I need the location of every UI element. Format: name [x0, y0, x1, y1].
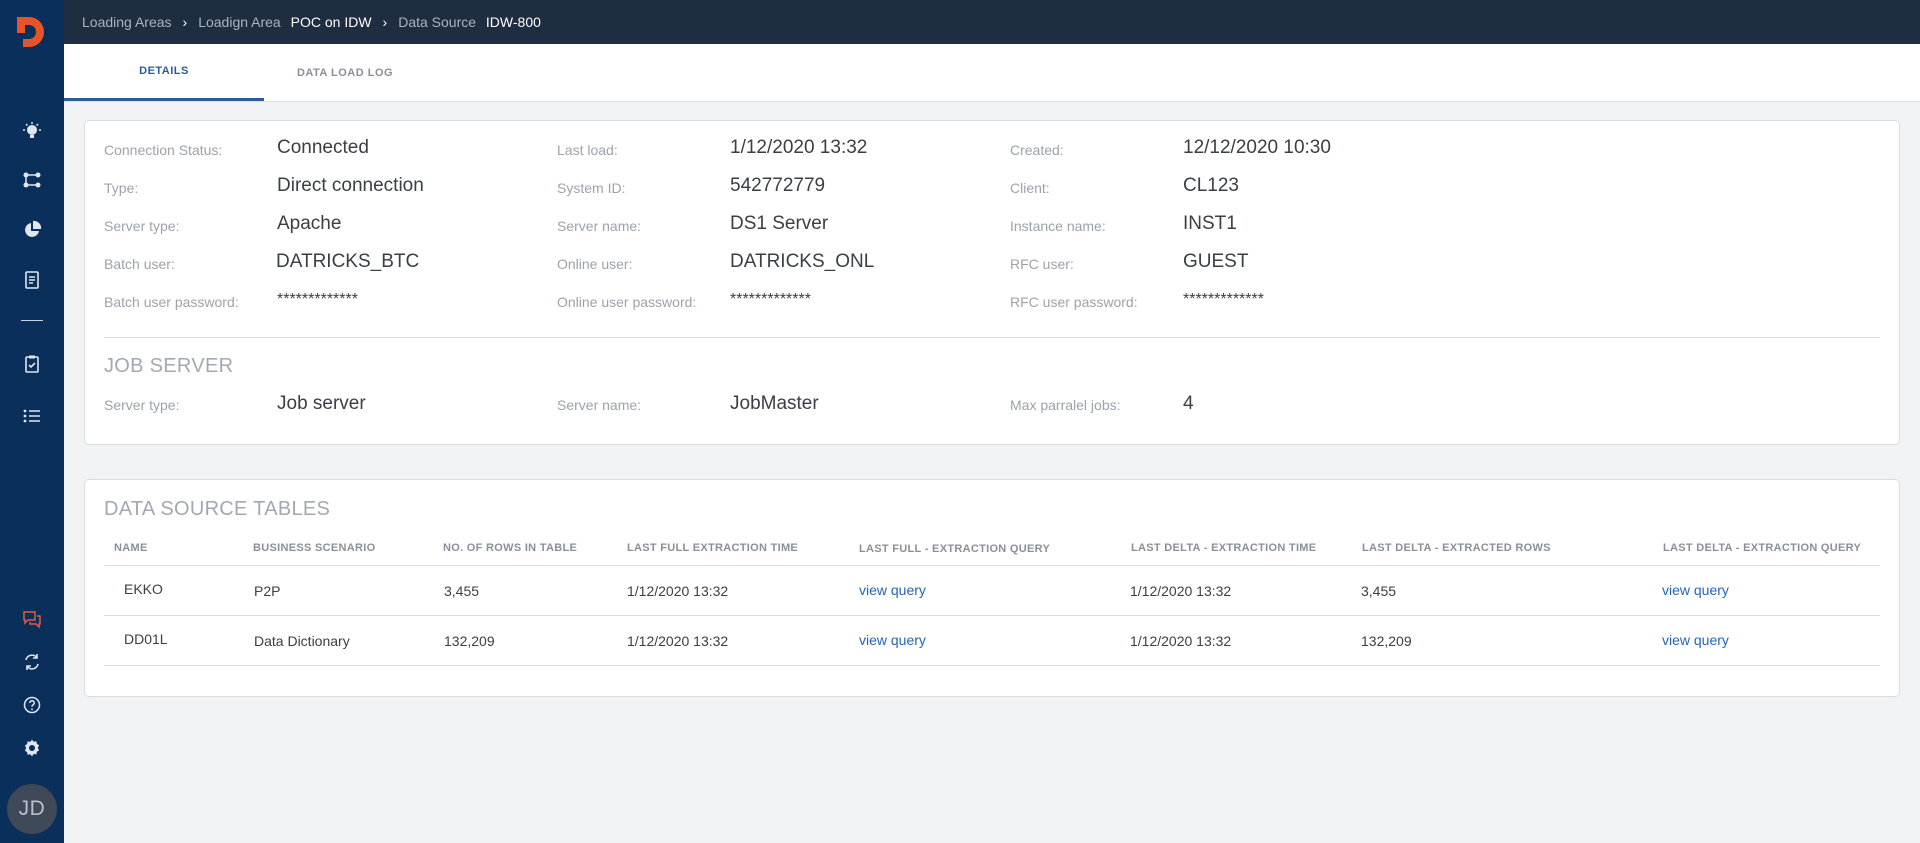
- field-label: Batch user:: [104, 256, 175, 272]
- field-label: Last load:: [557, 142, 618, 158]
- online-user-password-value: *************: [730, 291, 811, 308]
- table-row[interactable]: DD01L Data Dictionary 132,209 1/12/2020 …: [104, 615, 1880, 666]
- data-source-tables-title: DATA SOURCE TABLES: [104, 498, 331, 520]
- cell-delta-time: 1/12/2020 13:32: [1130, 633, 1232, 649]
- field-label: Batch user password:: [104, 294, 239, 310]
- instance-name-value: INST1: [1183, 213, 1237, 234]
- field-label: Server name:: [557, 218, 642, 234]
- column-header-last-delta-time[interactable]: LAST DELTA - EXTRACTION TIME: [1131, 542, 1316, 554]
- chevron-right-icon: ›: [382, 14, 388, 30]
- breadcrumb-loading-area[interactable]: Loadign Area POC on IDW: [198, 14, 371, 30]
- user-avatar[interactable]: JD: [7, 784, 57, 834]
- server-name-value: DS1 Server: [730, 213, 829, 234]
- list-icon[interactable]: [16, 400, 48, 432]
- field-label: System ID:: [557, 180, 626, 196]
- view-query-link[interactable]: view query: [859, 632, 926, 648]
- breadcrumb: Loading Areas › Loadign Area POC on IDW …: [64, 0, 1920, 44]
- cell-rows: 132,209: [444, 633, 495, 649]
- online-user-value: DATRICKS_ONL: [730, 251, 875, 272]
- lightbulb-icon[interactable]: [16, 115, 48, 147]
- column-header-last-full-time[interactable]: LAST FULL EXTRACTION TIME: [627, 542, 798, 554]
- breadcrumb-loading-areas[interactable]: Loading Areas: [82, 14, 172, 30]
- refresh-icon[interactable]: [16, 646, 48, 678]
- column-header-rows-in-table[interactable]: NO. OF ROWS IN TABLE: [443, 542, 577, 554]
- details-card: Connection Status: Connected Type: Direc…: [84, 120, 1900, 445]
- breadcrumb-loading-area-name: POC on IDW: [290, 14, 372, 30]
- sidebar-divider: [21, 320, 43, 321]
- avatar-initials: JD: [18, 797, 46, 820]
- cell-delta-time: 1/12/2020 13:32: [1130, 583, 1232, 599]
- created-value: 12/12/2020 10:30: [1183, 137, 1331, 158]
- view-query-link[interactable]: view query: [1662, 632, 1729, 648]
- job-server-type-value: Job server: [277, 393, 366, 414]
- field-label: Server type:: [104, 397, 180, 413]
- view-query-link[interactable]: view query: [1662, 582, 1729, 598]
- last-load-value: 1/12/2020 13:32: [730, 137, 868, 158]
- cell-rows: 3,455: [444, 583, 480, 599]
- column-header-last-full-query[interactable]: LAST FULL - EXTRACTION QUERY: [859, 543, 1050, 555]
- field-label: Server name:: [557, 397, 642, 413]
- chat-icon[interactable]: [16, 603, 48, 635]
- column-header-last-delta-query[interactable]: LAST DELTA - EXTRACTION QUERY: [1663, 542, 1861, 554]
- column-header-name[interactable]: NAME: [114, 542, 148, 554]
- field-label: Instance name:: [1010, 218, 1106, 234]
- tab-data-load-log[interactable]: DATA LOAD LOG: [245, 44, 445, 101]
- table-bottom-border: [104, 665, 1880, 666]
- system-id-value: 542772779: [730, 175, 826, 196]
- field-label: Max parralel jobs:: [1010, 397, 1121, 413]
- section-divider: [104, 337, 1880, 338]
- cell-scenario: Data Dictionary: [254, 633, 350, 649]
- field-label: RFC user:: [1010, 256, 1074, 272]
- flow-icon[interactable]: [16, 164, 48, 196]
- help-icon[interactable]: [16, 689, 48, 721]
- field-label: Online user password:: [557, 294, 697, 310]
- cell-delta-rows: 3,455: [1361, 583, 1397, 599]
- datricks-logo[interactable]: [14, 14, 50, 50]
- batch-user-value: DATRICKS_BTC: [276, 251, 420, 272]
- chevron-right-icon: ›: [182, 14, 188, 30]
- cell-full-time: 1/12/2020 13:32: [627, 583, 729, 599]
- connection-status-value: Connected: [277, 137, 369, 158]
- breadcrumb-data-source-prefix: Data Source: [398, 14, 477, 30]
- document-icon[interactable]: [16, 264, 48, 296]
- max-parallel-jobs-value: 4: [1183, 393, 1194, 414]
- view-query-link[interactable]: view query: [859, 582, 926, 598]
- column-header-last-delta-rows[interactable]: LAST DELTA - EXTRACTED ROWS: [1362, 542, 1551, 554]
- server-type-value: Apache: [277, 213, 342, 234]
- field-label: Online user:: [557, 256, 633, 272]
- column-header-business-scenario[interactable]: BUSINESS SCENARIO: [253, 542, 375, 554]
- data-source-tables-card: DATA SOURCE TABLES NAME BUSINESS SCENARI…: [84, 479, 1900, 697]
- field-label: Type:: [104, 180, 139, 196]
- type-value: Direct connection: [277, 175, 424, 196]
- job-server-name-value: JobMaster: [730, 393, 819, 414]
- client-value: CL123: [1183, 175, 1239, 196]
- rfc-user-password-value: *************: [1183, 291, 1264, 308]
- cell-delta-rows: 132,209: [1361, 633, 1412, 649]
- rfc-user-value: GUEST: [1183, 251, 1249, 272]
- batch-user-password-value: *************: [277, 291, 358, 308]
- sidebar: JD: [0, 0, 64, 843]
- field-label: Created:: [1010, 142, 1064, 158]
- cell-full-time: 1/12/2020 13:32: [627, 633, 729, 649]
- field-label: Server type:: [104, 218, 180, 234]
- gear-icon[interactable]: [16, 732, 48, 764]
- tab-details[interactable]: DETAILS: [64, 44, 264, 101]
- cell-name: DD01L: [124, 631, 168, 647]
- tab-bar: DETAILS DATA LOAD LOG: [64, 44, 1920, 102]
- breadcrumb-data-source: Data Source IDW-800: [398, 14, 541, 30]
- field-label: Client:: [1010, 180, 1050, 196]
- breadcrumb-loading-area-prefix: Loadign Area: [198, 14, 281, 30]
- job-server-title: JOB SERVER: [104, 355, 234, 377]
- cell-scenario: P2P: [254, 583, 281, 599]
- field-label: Connection Status:: [104, 142, 223, 158]
- field-label: RFC user password:: [1010, 294, 1138, 310]
- clipboard-check-icon[interactable]: [16, 348, 48, 380]
- table-row[interactable]: EKKO P2P 3,455 1/12/2020 13:32 view quer…: [104, 565, 1880, 616]
- cell-name: EKKO: [124, 581, 163, 597]
- breadcrumb-data-source-name: IDW-800: [485, 14, 541, 30]
- pie-chart-icon[interactable]: [16, 214, 48, 246]
